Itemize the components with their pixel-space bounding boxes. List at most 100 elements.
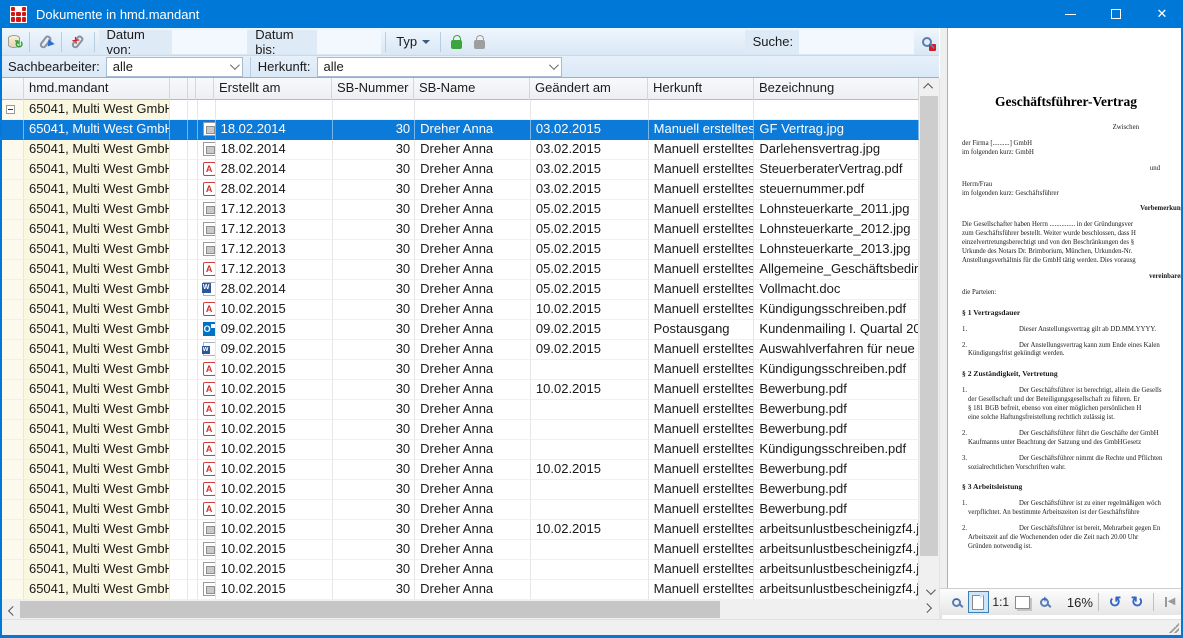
column-header-expand[interactable] (2, 78, 24, 100)
cell-sb_nummer: 30 (333, 340, 415, 360)
table-row[interactable]: 65041, Multi West GmbH10.02.201530Dreher… (2, 380, 919, 400)
cell-expand (2, 240, 24, 260)
cell-n1 (170, 520, 188, 540)
cell-herkunft: Manuell erstelltes (649, 420, 755, 440)
remove-document-button[interactable] (66, 30, 89, 54)
table-row[interactable]: 65041, Multi West GmbH10.02.201530Dreher… (2, 540, 919, 560)
outlook-file-icon (203, 322, 216, 336)
sachbearbeiter-combobox[interactable]: alle (106, 57, 243, 77)
cell-n1 (170, 280, 188, 300)
cell-herkunft: Manuell erstelltes (649, 280, 755, 300)
cell-bezeichnung: SteuerberaterVertrag.pdf (754, 160, 919, 180)
datum-bis-input[interactable] (317, 30, 381, 54)
suche-input[interactable] (799, 30, 914, 54)
horizontal-scrollbar[interactable] (2, 600, 939, 619)
column-header-n1[interactable] (170, 78, 188, 100)
column-header-erstellt[interactable]: Erstellt am (214, 78, 332, 100)
zoom-out-button[interactable]: – (946, 591, 966, 613)
cell-expand (2, 560, 24, 580)
table-row[interactable]: 65041, Multi West GmbH18.02.201430Dreher… (2, 120, 919, 140)
cell-expand (2, 420, 24, 440)
cell-mandant: 65041, Multi West GmbH (24, 480, 170, 500)
cell-n2 (188, 160, 198, 180)
lock-button[interactable] (468, 30, 491, 54)
scroll-up-button[interactable] (919, 78, 939, 95)
table-row[interactable]: 65041, Multi West GmbH17.12.201330Dreher… (2, 200, 919, 220)
typ-dropdown-button[interactable]: Typ (390, 30, 436, 54)
resize-grip[interactable] (1169, 623, 1179, 633)
search-button[interactable] (916, 30, 939, 54)
zoom-level-value: 16% (1068, 591, 1092, 613)
column-header-geaendert[interactable]: Geändert am (530, 78, 648, 100)
cell-geaendert: 10.02.2015 (531, 520, 649, 540)
datum-von-input[interactable] (172, 30, 247, 54)
fit-width-button[interactable] (1013, 591, 1033, 613)
table-row[interactable]: 65041, Multi West GmbH10.02.201530Dreher… (2, 500, 919, 520)
cell-expand (2, 480, 24, 500)
table-row[interactable]: 65041, Multi West GmbH10.02.201530Dreher… (2, 560, 919, 580)
fit-page-button[interactable] (968, 591, 989, 613)
cell-icon (198, 320, 216, 340)
herkunft-combobox[interactable]: alle (317, 57, 562, 77)
column-header-n2[interactable] (188, 78, 196, 100)
table-row[interactable]: 65041, Multi West GmbH10.02.201530Dreher… (2, 460, 919, 480)
table-row[interactable]: 65041, Multi West GmbH17.12.201330Dreher… (2, 260, 919, 280)
column-header-bezeichnung[interactable]: Bezeichnung (754, 78, 919, 100)
table-row[interactable]: 65041, Multi West GmbH17.12.201330Dreher… (2, 220, 919, 240)
horizontal-scroll-thumb[interactable] (20, 601, 720, 618)
table-row[interactable]: 65041, Multi West GmbH10.02.201530Dreher… (2, 440, 919, 460)
table-row[interactable]: 65041, Multi West GmbH10.02.201530Dreher… (2, 360, 919, 380)
unlock-button[interactable] (445, 30, 468, 54)
cell-bezeichnung: Vollmacht.doc (754, 280, 919, 300)
scroll-right-button[interactable] (919, 600, 937, 619)
cell-n1 (170, 580, 188, 600)
rotate-right-button[interactable]: ↻ (1127, 591, 1147, 613)
scroll-down-button[interactable] (919, 583, 939, 600)
cell-icon (198, 580, 216, 600)
scroll-left-button[interactable] (2, 600, 20, 619)
table-row[interactable]: 65041, Multi West GmbH10.02.201530Dreher… (2, 520, 919, 540)
vertical-scrollbar[interactable] (919, 78, 939, 600)
table-row[interactable]: 65041, Multi West GmbH28.02.201430Dreher… (2, 180, 919, 200)
table-row[interactable]: 65041, Multi West GmbH09.02.201530Dreher… (2, 320, 919, 340)
table-row[interactable]: 65041, Multi West GmbH10.02.201530Dreher… (2, 480, 919, 500)
filter-bar: Sachbearbeiter: alle Herkunft: alle (2, 56, 939, 78)
minimize-button[interactable] (1047, 0, 1093, 28)
cell-bezeichnung: Bewerbung.pdf (754, 400, 919, 420)
sachbearbeiter-label: Sachbearbeiter: (2, 59, 106, 74)
cell-mandant: 65041, Multi West GmbH (24, 180, 170, 200)
column-header-sb_name[interactable]: SB-Name (414, 78, 530, 100)
zoom-in-button[interactable]: + (1035, 591, 1055, 613)
first-page-button[interactable]: ◀ (1160, 591, 1180, 613)
cell-icon (198, 360, 216, 380)
table-row[interactable]: 65041, Multi West GmbH10.02.201530Dreher… (2, 300, 919, 320)
collapse-toggle-icon[interactable] (6, 105, 15, 114)
column-header-sb_nummer[interactable]: SB-Nummer (332, 78, 414, 100)
table-row[interactable]: 65041, Multi West GmbH09.02.201530Dreher… (2, 340, 919, 360)
vertical-scroll-thumb[interactable] (920, 96, 938, 556)
table-row[interactable]: 65041, Multi West GmbH10.02.201530Dreher… (2, 580, 919, 600)
cell-erstellt: 10.02.2015 (216, 440, 334, 460)
table-row[interactable]: 65041, Multi West GmbH17.12.201330Dreher… (2, 240, 919, 260)
column-header-herkunft[interactable]: Herkunft (648, 78, 754, 100)
table-row[interactable]: 65041, Multi West GmbH18.02.201430Dreher… (2, 140, 919, 160)
group-row[interactable]: 65041, Multi West GmbH (2, 100, 919, 120)
cell-icon (198, 440, 216, 460)
column-header-mandant[interactable]: hmd.mandant (24, 78, 170, 100)
rotate-left-button[interactable]: ↺ (1105, 591, 1125, 613)
maximize-button[interactable] (1093, 0, 1139, 28)
cell-geaendert (531, 420, 649, 440)
attach-document-button[interactable] (34, 30, 57, 54)
close-button[interactable]: ✕ (1139, 0, 1183, 28)
cell-icon (198, 100, 216, 120)
actual-size-button[interactable]: 1:1 (991, 591, 1011, 613)
table-row[interactable]: 65041, Multi West GmbH10.02.201530Dreher… (2, 420, 919, 440)
table-row[interactable]: 65041, Multi West GmbH28.02.201430Dreher… (2, 160, 919, 180)
table-row[interactable]: 65041, Multi West GmbH28.02.201430Dreher… (2, 280, 919, 300)
cell-geaendert: 09.02.2015 (531, 340, 649, 360)
cell-geaendert: 09.02.2015 (531, 320, 649, 340)
cell-expand (2, 280, 24, 300)
table-row[interactable]: 65041, Multi West GmbH10.02.201530Dreher… (2, 400, 919, 420)
refresh-button[interactable] (2, 30, 25, 54)
column-header-icon[interactable] (196, 78, 214, 100)
